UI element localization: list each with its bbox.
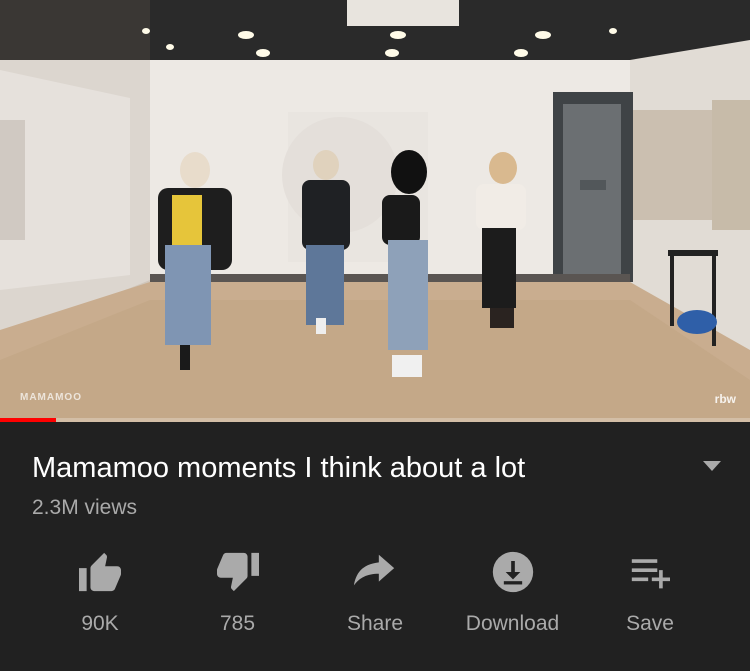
video-watermark-right: rbw — [714, 392, 736, 406]
download-button[interactable]: Download — [453, 548, 573, 636]
expand-description-button[interactable] — [692, 450, 732, 486]
dislike-count: 785 — [219, 612, 256, 635]
video-title[interactable]: Mamamoo moments I think about a lot — [32, 450, 525, 486]
thumbs-down-icon — [214, 548, 262, 596]
share-label: Share — [346, 612, 404, 635]
download-label: Download — [465, 612, 560, 635]
video-info: Mamamoo moments I think about a lot 2.3M… — [0, 422, 750, 636]
save-label: Save — [626, 612, 674, 635]
action-bar: 90K 785 Share Download Save — [32, 548, 718, 636]
like-button[interactable]: 90K — [40, 548, 160, 636]
video-player[interactable]: MAMAMOO rbw — [0, 0, 750, 422]
video-watermark-left: MAMAMOO — [20, 392, 82, 403]
video-frame — [0, 0, 750, 422]
like-count: 90K — [81, 612, 119, 635]
title-row: Mamamoo moments I think about a lot — [32, 422, 721, 486]
share-button[interactable]: Share — [315, 548, 435, 636]
chevron-down-icon — [702, 459, 722, 477]
view-count: 2.3M views — [32, 496, 138, 519]
download-icon — [489, 548, 537, 596]
dislike-button[interactable]: 785 — [178, 548, 298, 636]
share-icon — [351, 548, 399, 596]
save-button[interactable]: Save — [590, 548, 710, 636]
playlist-add-icon — [626, 548, 674, 596]
thumbs-up-icon — [76, 548, 124, 596]
